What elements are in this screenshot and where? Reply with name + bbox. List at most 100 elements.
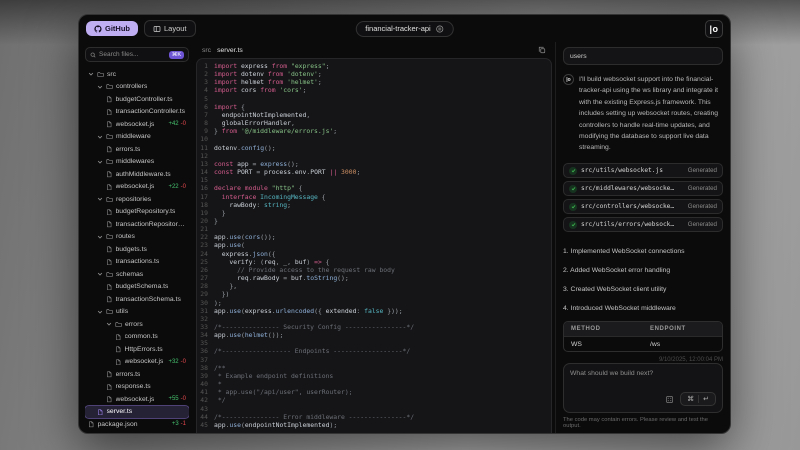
file-icon: [106, 371, 113, 378]
tree-folder-middlewares[interactable]: middlewares: [85, 156, 189, 169]
generated-file-card[interactable]: src/utils/websocket.js Generated: [563, 163, 723, 178]
tree-folder-src[interactable]: src: [85, 68, 189, 81]
repo-name-pill[interactable]: financial-tracker-api: [355, 20, 454, 37]
folder-icon: [106, 158, 113, 165]
send-button[interactable]: ⌘ ↵: [680, 392, 716, 406]
file-search-input[interactable]: Search files... ⌘K: [85, 47, 189, 62]
github-button[interactable]: GitHub: [86, 21, 138, 36]
code-line: 43: [197, 405, 551, 413]
file-icon: [106, 171, 113, 178]
code-line: 7 endpointNotImplemented,: [197, 111, 551, 119]
tree-item-label: repositories: [116, 195, 152, 203]
generated-file-path: src/utils/errors/websock…: [581, 221, 675, 229]
top-bar: GitHub Layout financial-tracker-api |o: [79, 15, 730, 42]
generated-file-path: src/controllers/websocke…: [581, 203, 675, 211]
tree-file-websocket-js[interactable]: websocket.js +32 -0: [85, 356, 189, 369]
endpoint-table-header-cell: METHOD: [571, 325, 601, 332]
tree-item-label: schemas: [116, 270, 144, 278]
tree-file-websocket-js[interactable]: websocket.js +22 -0: [85, 181, 189, 194]
tree-file-common-ts[interactable]: common.ts: [85, 331, 189, 344]
assistant-avatar: |o: [563, 74, 574, 85]
line-number: 41: [200, 388, 208, 397]
code-line: 28 },: [197, 282, 551, 290]
tree-item-label: package.json: [97, 420, 138, 428]
code-line: 12: [197, 152, 551, 160]
chat-input[interactable]: What should we build next? ⌘ ↵: [563, 362, 723, 413]
tree-file-websocket-js[interactable]: websocket.js +42 -0: [85, 118, 189, 131]
file-icon: [106, 96, 113, 103]
generated-file-card[interactable]: src/middlewares/websocke… Generated: [563, 181, 723, 196]
tree-file-websocket-js[interactable]: websocket.js +55 -0: [85, 393, 189, 406]
tree-file-transactions-ts[interactable]: transactions.ts: [85, 256, 189, 269]
step-item: 1. Implemented WebSocket connections: [563, 247, 685, 255]
diff-added: +22: [168, 183, 179, 190]
tree-file-httperrors-ts[interactable]: HttpErrors.ts: [85, 343, 189, 356]
code-line: 31 app. use(express. urlencoded({ extended:…: [197, 307, 551, 315]
line-number: 37: [200, 355, 208, 364]
generated-file-card[interactable]: src/utils/errors/websock… Generated: [563, 217, 723, 232]
tree-folder-utils[interactable]: utils: [85, 306, 189, 319]
dice-icon[interactable]: [665, 395, 674, 404]
tree-folder-middleware[interactable]: middleware: [85, 131, 189, 144]
code-editor: src server.ts 1 import express from "expr…: [193, 42, 555, 433]
code-line: 27 req. rawBody = buf. toString ();: [197, 274, 551, 282]
line-number: 36: [200, 347, 208, 356]
generated-file-card[interactable]: src/controllers/websocke… Generated: [563, 199, 723, 214]
tree-file-errors-ts[interactable]: errors.ts: [85, 143, 189, 156]
message-timestamp: 9/10/2025, 12:00:04 PM: [658, 356, 723, 363]
tree-file-response-ts[interactable]: response.ts: [85, 381, 189, 394]
tree-file-package-json[interactable]: package.json +3 -1: [85, 418, 189, 431]
tree-folder-schemas[interactable]: schemas: [85, 268, 189, 281]
tree-file-budgetrepository-ts[interactable]: budgetRepository.ts: [85, 206, 189, 219]
tree-file-errors-ts[interactable]: errors.ts: [85, 368, 189, 381]
code-line: 9} from '@/middleware/errors.js';: [197, 127, 551, 135]
endpoint-table-row: WS/ws: [564, 335, 722, 351]
code-line: 45 app. use(endpointNotImplemented);: [197, 421, 551, 429]
line-number: 22: [200, 233, 208, 242]
chevron-down-icon: [97, 234, 103, 240]
tree-file-server-ts[interactable]: server.ts: [85, 404, 189, 419]
tree-folder-controllers[interactable]: controllers: [85, 81, 189, 94]
breadcrumb: src server.ts: [196, 42, 552, 58]
code-line: 3 import helmet from 'helmet';: [197, 78, 551, 86]
code-line: 2 import dotenv from 'dotenv';: [197, 70, 551, 78]
endpoint-table-cell: /ws: [650, 340, 661, 348]
code-line: 34 app. use(helmet ());: [197, 331, 551, 339]
line-number: 29: [200, 290, 208, 299]
tree-file-budgets-ts[interactable]: budgets.ts: [85, 243, 189, 256]
file-icon: [115, 358, 122, 366]
diff-removed: -0: [180, 396, 186, 403]
tree-item-label: errors.ts: [115, 370, 141, 378]
tree-file-transactionschema-ts[interactable]: transactionSchema.ts: [85, 293, 189, 306]
tree-folder-routes[interactable]: routes: [85, 231, 189, 244]
line-number: 43: [200, 404, 208, 413]
diff-badge: +22 -0: [168, 184, 186, 190]
github-icon: [94, 24, 102, 33]
tree-file-transactionrepository-ts[interactable]: transactionRepository.ts: [85, 218, 189, 231]
copy-icon[interactable]: [538, 46, 546, 54]
app-logo-button[interactable]: |o: [705, 19, 723, 38]
line-number: 24: [200, 249, 208, 258]
layout-icon: [153, 25, 161, 33]
repo-menu-icon[interactable]: [436, 24, 444, 33]
line-number: 20: [200, 216, 208, 225]
diff-added: +3: [171, 421, 179, 428]
tree-folder-errors[interactable]: errors: [85, 318, 189, 331]
folder-icon: [106, 83, 113, 90]
line-number: 3: [204, 78, 208, 87]
tree-file-budgetschema-ts[interactable]: budgetSchema.ts: [85, 281, 189, 294]
tree-item-label: controllers: [116, 83, 148, 91]
diff-badge: +3 -1: [172, 421, 186, 427]
code-line: 4 import cors from 'cors';: [197, 86, 551, 94]
tree-file-authmiddleware-ts[interactable]: authMiddleware.ts: [85, 168, 189, 181]
code-panel[interactable]: 1 import express from "express"; 2 import d…: [196, 58, 552, 433]
tree-file-budgetcontroller-ts[interactable]: budgetController.ts: [85, 93, 189, 106]
layout-button[interactable]: Layout: [144, 20, 196, 37]
tree-item-label: src: [107, 70, 117, 78]
tree-folder-repositories[interactable]: repositories: [85, 193, 189, 206]
tree-file-transactioncontroller-ts[interactable]: transactionController.ts: [85, 106, 189, 119]
file-icon: [106, 146, 113, 153]
line-number: 44: [200, 412, 208, 421]
folder-icon: [97, 71, 104, 78]
line-number: 21: [200, 225, 208, 234]
